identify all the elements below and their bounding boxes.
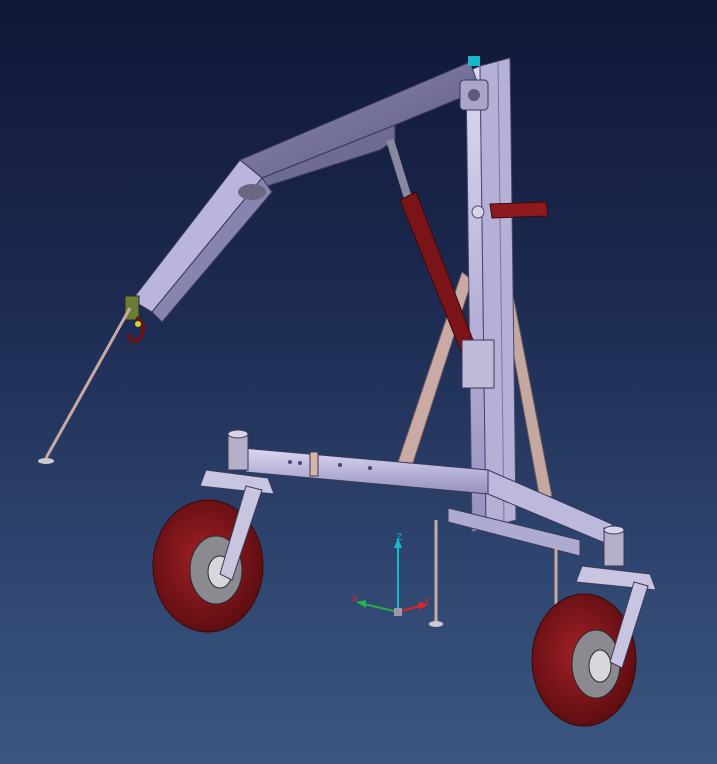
support-leg-left (397, 271, 473, 467)
axis-compass: Z X Y (352, 533, 430, 616)
y-axis (363, 603, 399, 613)
mast-column (465, 57, 517, 533)
base-beam (241, 447, 489, 495)
crane-model[interactable]: Z X Y (0, 0, 717, 764)
y-axis-label-right: Y (423, 597, 430, 607)
stabilizer-rod-left (38, 307, 132, 464)
wheel-left[interactable] (152, 485, 264, 633)
3d-viewport[interactable]: Z X Y (0, 0, 717, 764)
boom-pulley (238, 184, 266, 200)
wheel-right[interactable] (531, 581, 649, 727)
stabilizer-rod-center (429, 520, 443, 627)
boom-lower (131, 159, 273, 323)
x-axis-label-left: X (352, 595, 358, 605)
hydraulic-cylinder[interactable] (386, 138, 477, 355)
z-axis-label: Z (396, 533, 402, 543)
boom-upper (239, 61, 481, 191)
mast-clamp (461, 339, 495, 389)
